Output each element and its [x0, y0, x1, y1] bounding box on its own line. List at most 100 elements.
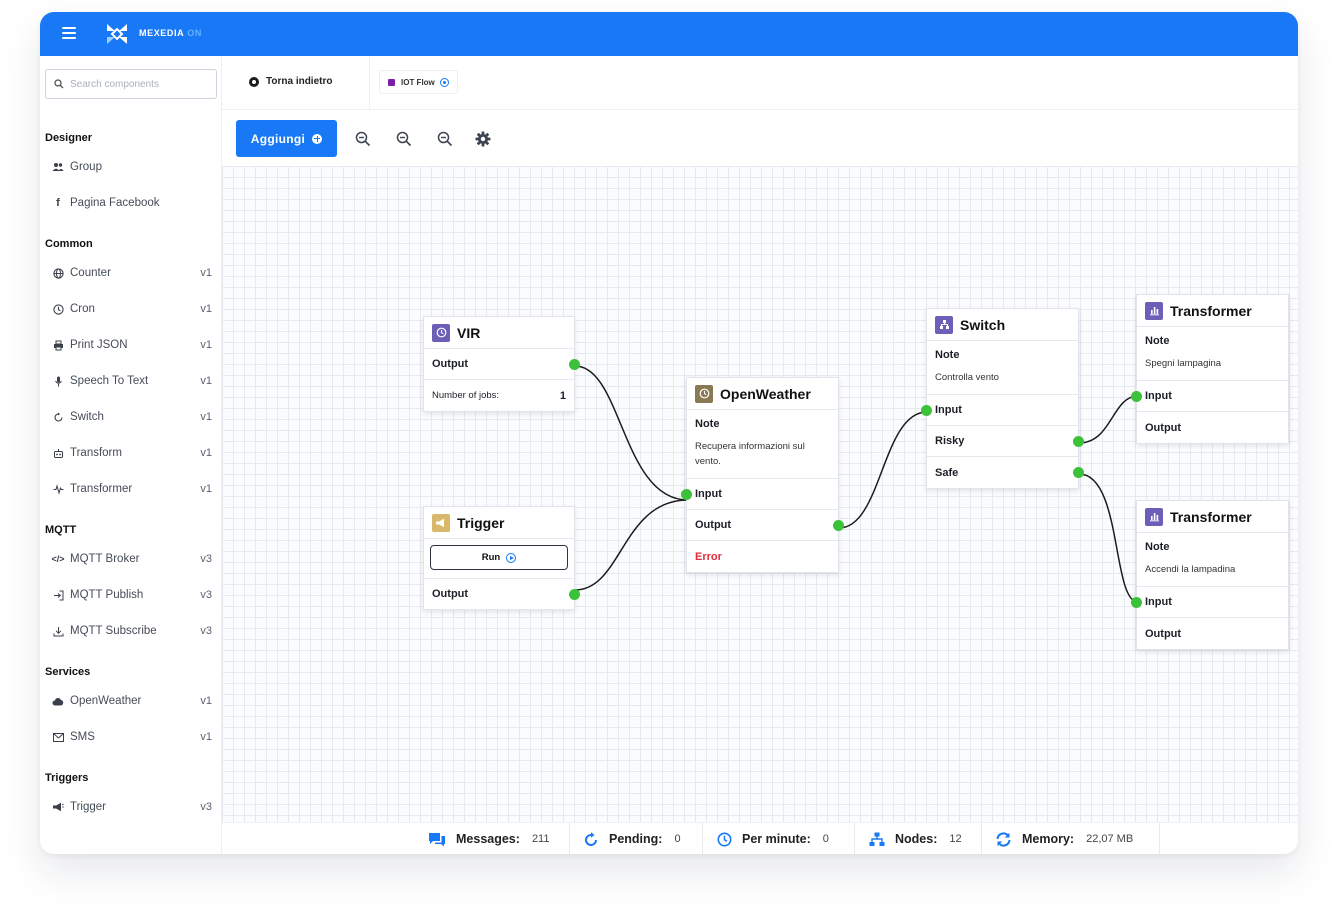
sidebar-item-label: MQTT Subscribe [70, 625, 157, 637]
clock-icon [52, 303, 64, 315]
output-port[interactable] [1073, 436, 1084, 447]
cloud-icon [52, 695, 64, 707]
zoom-out-icon[interactable] [395, 130, 413, 148]
output-port[interactable] [569, 589, 580, 600]
stat-label: Nodes: [895, 832, 938, 846]
waveform-icon [52, 483, 64, 495]
flow-color-icon [388, 78, 395, 86]
output-port[interactable] [569, 359, 580, 370]
input-label: Input [1145, 596, 1172, 608]
sidebar-item-label: Print JSON [70, 339, 128, 351]
chart-icon [1145, 507, 1163, 526]
section-designer: Designer [45, 132, 93, 144]
output-port[interactable] [1073, 467, 1084, 478]
tab-divider [369, 56, 370, 110]
wire-openweather-to-switch [838, 411, 928, 529]
error-label: Error [695, 550, 722, 563]
node-risky-row: Risky [927, 426, 1084, 457]
printer-icon [52, 339, 64, 351]
sidebar-item-mqtt-broker[interactable]: </> MQTT Broker v3 [51, 549, 213, 569]
sidebar-item-speech-to-text[interactable]: Speech To Text v1 [52, 371, 212, 391]
node-trigger[interactable]: Trigger Run Output [423, 506, 580, 610]
node-header: Trigger [424, 507, 574, 539]
sidebar-item-label: OpenWeather [70, 695, 142, 707]
tab-iot-flow[interactable]: IOT Flow [379, 70, 458, 94]
microphone-icon [52, 375, 64, 387]
node-header: Transformer [1137, 501, 1288, 533]
zoom-out-icon[interactable] [354, 130, 372, 148]
input-port[interactable] [681, 489, 692, 500]
play-icon [506, 552, 517, 563]
app-window: MEXEDIAON Designer Group f Pagina Faceboo… [40, 12, 1298, 854]
jobs-label: Number of jobs: [432, 390, 500, 401]
input-port[interactable] [921, 405, 932, 416]
node-title: OpenWeather [720, 385, 811, 402]
sidebar-item-group[interactable]: Group [52, 157, 212, 177]
stat-divider [569, 823, 570, 854]
sidebar-item-print-json[interactable]: Print JSON v1 [52, 335, 212, 355]
node-input-row: Input [1131, 587, 1288, 618]
clock-icon [717, 832, 732, 846]
megaphone-icon [52, 801, 64, 813]
version-label: v1 [200, 731, 212, 743]
stat-pending: Pending: 0 [584, 823, 703, 854]
version-label: v1 [200, 483, 212, 495]
sidebar-item-switch[interactable]: Switch v1 [52, 407, 212, 427]
code-icon: </> [51, 554, 65, 564]
input-port[interactable] [1131, 391, 1142, 402]
gear-icon[interactable] [474, 130, 492, 148]
node-vir[interactable]: VIR Output Number of jobs: 1 [423, 316, 580, 412]
sidebar-item-pagina-facebook[interactable]: f Pagina Facebook [52, 193, 212, 213]
output-label: Output [432, 358, 469, 370]
brand-suffix: ON [187, 28, 202, 38]
sidebar-item-trigger[interactable]: Trigger v3 [52, 797, 212, 817]
sidebar-item-mqtt-subscribe[interactable]: MQTT Subscribe v3 [52, 621, 212, 641]
sidebar-item-sms[interactable]: SMS v1 [52, 727, 212, 747]
sidebar-item-label: Transform [70, 447, 122, 459]
menu-icon[interactable] [62, 27, 76, 39]
stat-label: Memory: [1022, 832, 1075, 846]
sidebar-item-openweather[interactable]: OpenWeather v1 [52, 691, 212, 711]
zoom-reset-icon[interactable] [436, 130, 454, 148]
sidebar-item-label: Group [70, 161, 102, 173]
search-box[interactable] [45, 69, 217, 99]
flow-canvas[interactable]: VIR Output Number of jobs: 1 Trigger Run … [222, 166, 1298, 822]
input-label: Input [1145, 390, 1172, 402]
toolbar: Aggiungi [222, 110, 1298, 166]
node-title: Transformer [1170, 302, 1252, 319]
output-port[interactable] [833, 520, 844, 531]
safe-label: Safe [935, 466, 959, 479]
version-label: v1 [200, 411, 212, 423]
sitemap-icon [935, 315, 953, 334]
sidebar-item-cron[interactable]: Cron v1 [52, 299, 212, 319]
search-input[interactable] [70, 78, 210, 90]
run-button[interactable]: Run [430, 545, 568, 570]
sidebar-item-transform[interactable]: Transform v1 [52, 443, 212, 463]
stat-per-minute: Per minute: 0 [717, 823, 855, 854]
note-label: Note [1145, 335, 1170, 347]
add-button[interactable]: Aggiungi [236, 120, 337, 157]
node-output-row: Output [424, 349, 580, 380]
node-input-row: Input [681, 479, 838, 510]
back-button[interactable]: Torna indietro [249, 76, 332, 87]
sidebar-item-mqtt-publish[interactable]: MQTT Publish v3 [52, 585, 212, 605]
node-transformer-2[interactable]: Transformer Note Accendi la lampadina Inp… [1131, 500, 1289, 650]
node-title: Trigger [457, 514, 505, 531]
sidebar-item-label: Speech To Text [70, 375, 149, 387]
stat-divider [981, 823, 982, 854]
target-icon [439, 77, 449, 87]
megaphone-icon [432, 513, 450, 532]
input-port[interactable] [1131, 597, 1142, 608]
note-label: Note [1145, 541, 1170, 553]
robot-icon [52, 447, 64, 459]
node-switch[interactable]: Switch Note Controlla vento Input Risky S… [921, 308, 1084, 489]
node-openweather[interactable]: OpenWeather Note Recupera informazioni su… [681, 377, 844, 573]
stat-value: 12 [949, 833, 962, 845]
sidebar-item-counter[interactable]: Counter v1 [52, 263, 212, 283]
stat-divider [702, 823, 703, 854]
stat-value: 211 [531, 833, 550, 845]
output-label: Output [1145, 421, 1182, 434]
sidebar-item-transformer[interactable]: Transformer v1 [52, 479, 212, 499]
node-transformer-1[interactable]: Transformer Note Spegni lampagina Input O… [1131, 294, 1289, 444]
input-label: Input [695, 488, 722, 500]
